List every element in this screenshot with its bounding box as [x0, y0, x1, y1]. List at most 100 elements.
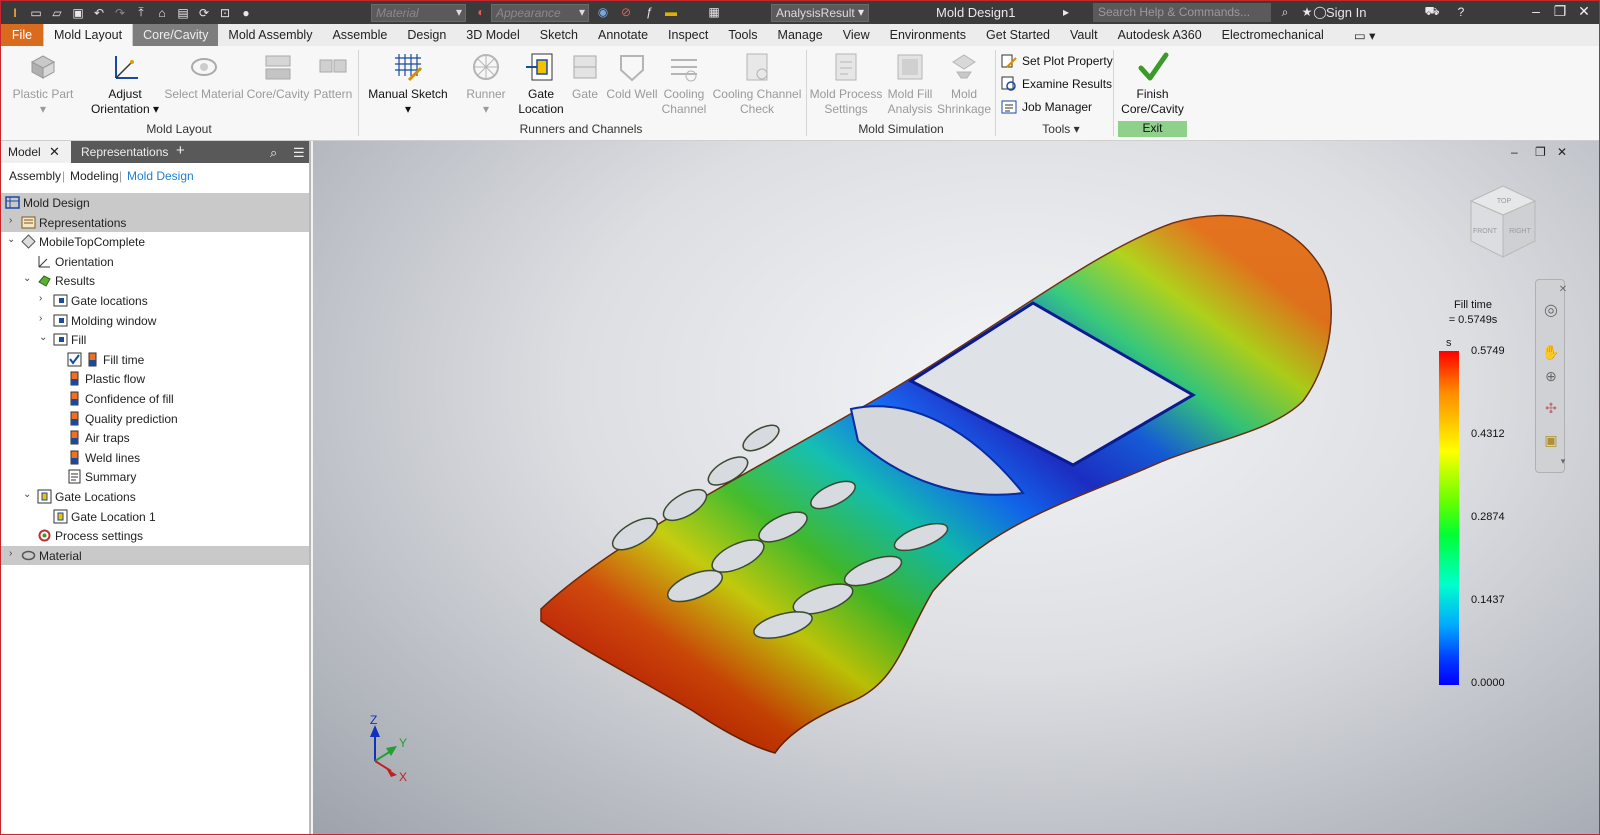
tab-get-started[interactable]: Get Started — [976, 24, 1060, 46]
adjust-orientation-button[interactable]: Adjust Orientation ▾ — [89, 50, 161, 117]
tab-design[interactable]: Design — [397, 24, 456, 46]
pan-icon[interactable]: ✋ — [1542, 344, 1560, 362]
tree-item-orientation[interactable]: Orientation — [1, 252, 309, 272]
cart-icon[interactable]: ⛟ — [1424, 4, 1440, 20]
mold-shrinkage-button[interactable]: Mold Shrinkage — [935, 50, 993, 117]
close-icon[interactable]: ✕ — [49, 144, 60, 160]
redo-icon[interactable]: ↷ — [112, 5, 128, 21]
tab-representations[interactable]: Representations — [74, 141, 175, 163]
mold-fill-model[interactable] — [313, 141, 1599, 834]
plastic-part-button[interactable]: Plastic Part ▾ — [9, 50, 77, 117]
mold-process-settings-button[interactable]: Mold Process Settings — [809, 50, 883, 117]
ribbon-options-icon[interactable]: ▭ ▾ — [1334, 24, 1386, 46]
core-cavity-button[interactable]: Core/Cavity — [245, 50, 311, 102]
subtab-modeling[interactable]: Modeling — [70, 169, 119, 183]
zoom-icon[interactable]: ⊕ — [1542, 368, 1560, 386]
examine-results-button[interactable]: Examine Results — [1001, 76, 1112, 92]
open-icon[interactable]: ▱ — [49, 5, 65, 21]
restore-icon[interactable]: ❐ — [1549, 3, 1571, 21]
tab-inspect[interactable]: Inspect — [658, 24, 718, 46]
tab-3d-model[interactable]: 3D Model — [456, 24, 530, 46]
checkbox-checked-icon[interactable] — [67, 352, 82, 367]
tree-item-fill-time[interactable]: Fill time — [1, 350, 309, 370]
grid-icon[interactable]: ▦ — [706, 4, 722, 20]
new-icon[interactable]: ▭ — [28, 5, 44, 21]
save-icon[interactable]: ▣ — [70, 5, 86, 21]
subtab-assembly[interactable]: Assembly — [9, 169, 61, 183]
panel-tools-label[interactable]: Tools ▾ — [1031, 122, 1091, 136]
tab-annotate[interactable]: Annotate — [588, 24, 658, 46]
select-material-button[interactable]: Select Material — [164, 50, 244, 102]
adjust-appearance-icon[interactable]: ◉ — [595, 4, 611, 20]
menu-icon[interactable]: ☰ — [286, 141, 312, 163]
steering-wheel-icon[interactable]: ◎ — [1542, 300, 1560, 319]
undo-icon[interactable]: ↶ — [91, 5, 107, 21]
navbar-options-icon[interactable]: ▾ — [1554, 456, 1572, 474]
finish-core-cavity-button[interactable]: Finish Core/Cavity — [1118, 50, 1187, 117]
mold-fill-analysis-button[interactable]: Mold Fill Analysis — [883, 50, 937, 117]
tree-item-molding-window[interactable]: › Molding window — [1, 311, 309, 331]
tab-file[interactable]: File — [1, 24, 43, 46]
color-icon[interactable]: ● — [238, 5, 254, 21]
tree-item-fill[interactable]: ⌄ Fill — [1, 330, 309, 350]
chevron-right-icon[interactable]: › — [39, 313, 49, 324]
tree-item-summary[interactable]: Summary — [1, 467, 309, 487]
cooling-channel-check-button[interactable]: Cooling Channel Check — [711, 50, 803, 117]
tab-assemble[interactable]: Assemble — [322, 24, 397, 46]
minimize-icon[interactable]: – — [1525, 3, 1547, 21]
add-tab-icon[interactable]: + — [169, 141, 192, 163]
tab-tools[interactable]: Tools — [718, 24, 767, 46]
viewcube[interactable]: TOP FRONT RIGHT — [1463, 181, 1543, 265]
binoculars-icon[interactable]: ⌕ — [1277, 4, 1293, 20]
tree-item-mold-design[interactable]: Mold Design — [1, 193, 309, 213]
tab-core-cavity[interactable]: Core/Cavity — [133, 24, 219, 46]
tab-mold-layout[interactable]: Mold Layout — [43, 24, 134, 46]
sign-in-link[interactable]: Sign In — [1326, 5, 1366, 20]
pattern-button[interactable]: Pattern — [311, 50, 355, 102]
chevron-down-icon[interactable]: ⌄ — [23, 273, 33, 284]
cold-well-button[interactable]: Cold Well — [604, 50, 660, 102]
tree-item-plastic-flow[interactable]: Plastic flow — [1, 369, 309, 389]
select-icon[interactable]: ⊡ — [217, 5, 233, 21]
app-logo-icon[interactable]: I — [7, 5, 23, 21]
tree-item-representations[interactable]: › Representations — [1, 212, 309, 233]
return-icon[interactable]: ⤒ — [133, 5, 149, 21]
chevron-down-icon[interactable]: ⌄ — [7, 234, 17, 245]
tree-item-air-traps[interactable]: Air traps — [1, 428, 309, 448]
tab-vault[interactable]: Vault — [1060, 24, 1108, 46]
parameters-icon[interactable]: ƒ — [641, 4, 657, 20]
runner-button[interactable]: Runner ▾ — [461, 50, 511, 117]
chevron-down-icon[interactable]: ⌄ — [39, 332, 49, 343]
chevron-down-icon[interactable]: ⌄ — [23, 489, 33, 500]
tab-view[interactable]: View — [833, 24, 880, 46]
tree-item-process-settings[interactable]: Process settings — [1, 526, 309, 546]
job-manager-button[interactable]: Job Manager — [1001, 99, 1092, 115]
tree-item-mobiletopcomplete[interactable]: ⌄ MobileTopComplete — [1, 232, 309, 252]
orbit-icon[interactable]: ✣ — [1542, 400, 1560, 418]
measure-icon[interactable]: ▬ — [663, 4, 679, 20]
chevron-right-icon[interactable]: › — [39, 293, 49, 304]
tab-autodesk-a360[interactable]: Autodesk A360 — [1108, 24, 1212, 46]
customize-qa-icon[interactable]: ▾ — [853, 4, 869, 20]
tab-manage[interactable]: Manage — [768, 24, 833, 46]
chevron-right-icon[interactable]: › — [9, 548, 19, 559]
tab-model[interactable]: Model ✕ — [1, 141, 71, 163]
tab-electromechanical[interactable]: Electromechanical — [1212, 24, 1334, 46]
clear-appearance-icon[interactable]: ⊘ — [618, 4, 634, 20]
update-icon[interactable]: ⟳ — [196, 5, 212, 21]
set-plot-property-button[interactable]: Set Plot Property — [1001, 53, 1113, 69]
search-icon[interactable]: ⌕ — [263, 141, 284, 163]
subtab-mold-design[interactable]: Mold Design — [127, 169, 194, 183]
tab-mold-assembly[interactable]: Mold Assembly — [218, 24, 322, 46]
help-icon[interactable]: ? — [1453, 4, 1469, 20]
gate-button[interactable]: Gate — [567, 50, 603, 102]
tree-item-gate-locations[interactable]: ⌄ Gate Locations — [1, 487, 309, 507]
tab-environments[interactable]: Environments — [880, 24, 976, 46]
material-select[interactable]: Material — [371, 4, 466, 22]
home-icon[interactable]: ⌂ — [154, 5, 170, 21]
graphics-viewport[interactable]: – ❐ ✕ TOP FRONT RIGHT ✕ ◎ ✋ ⊕ ✣ ▣ ▾ Fill… — [313, 141, 1599, 834]
close-icon[interactable]: ✕ — [1573, 3, 1595, 21]
tree-item-gate-location-1[interactable]: Gate Location 1 — [1, 507, 309, 527]
cooling-channel-button[interactable]: Cooling Channel — [659, 50, 709, 117]
help-search-input[interactable]: Search Help & Commands... — [1093, 3, 1271, 22]
